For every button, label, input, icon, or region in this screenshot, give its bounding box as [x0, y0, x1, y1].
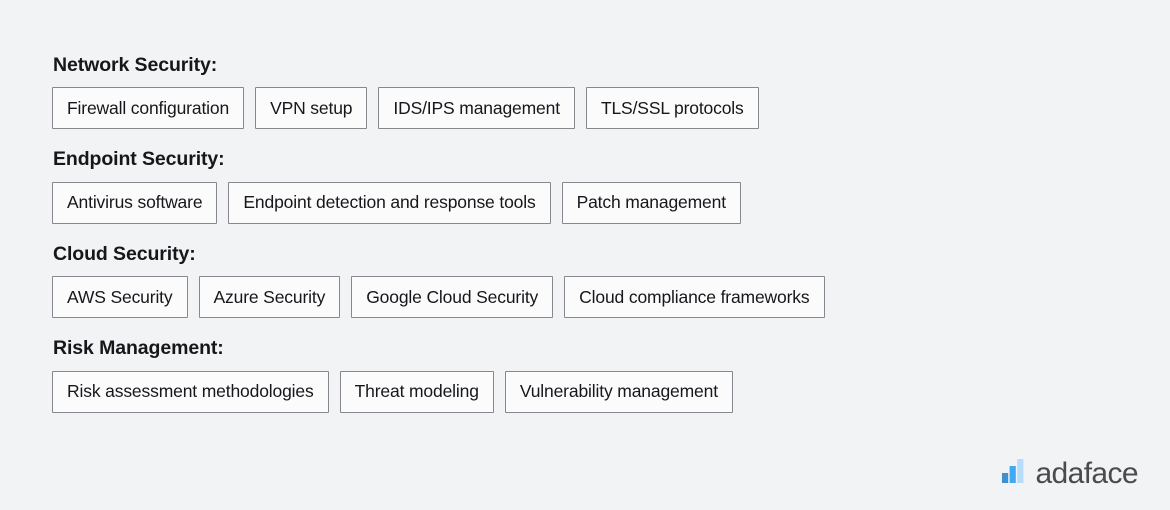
tag-row: AWS Security Azure Security Google Cloud…	[52, 276, 1170, 319]
tag-row: Risk assessment methodologies Threat mod…	[52, 370, 1170, 413]
skill-tag[interactable]: Cloud compliance frameworks	[564, 276, 825, 319]
skill-tag[interactable]: Google Cloud Security	[351, 276, 554, 319]
skill-tag[interactable]: AWS Security	[52, 276, 188, 319]
skill-tag[interactable]: Patch management	[561, 181, 741, 224]
skill-section: Endpoint Security: Antivirus software En…	[52, 148, 1170, 224]
skill-tag[interactable]: Threat modeling	[339, 370, 494, 413]
skill-tag[interactable]: Azure Security	[198, 276, 341, 319]
skills-tag-board: Network Security: Firewall configuration…	[0, 0, 1170, 510]
skill-section: Cloud Security: AWS Security Azure Secur…	[52, 242, 1170, 319]
skill-tag[interactable]: TLS/SSL protocols	[585, 87, 759, 130]
section-heading: Cloud Security:	[53, 242, 196, 265]
skill-tag[interactable]: Firewall configuration	[52, 87, 245, 130]
skill-tag[interactable]: Antivirus software	[52, 181, 218, 224]
skill-tag[interactable]: Endpoint detection and response tools	[228, 181, 551, 224]
adaface-logo: adaface	[1002, 456, 1139, 490]
skill-tag[interactable]: Risk assessment methodologies	[52, 370, 329, 413]
skill-section: Network Security: Firewall configuration…	[52, 54, 1170, 130]
bar-chart-logo-icon	[1002, 459, 1024, 483]
skill-section: Risk Management: Risk assessment methodo…	[52, 337, 1170, 413]
skill-tag[interactable]: IDS/IPS management	[378, 87, 575, 130]
section-heading: Network Security:	[53, 54, 218, 76]
skill-tag[interactable]: VPN setup	[255, 87, 368, 130]
skill-tag[interactable]: Vulnerability management	[504, 370, 733, 413]
tag-row: Antivirus software Endpoint detection an…	[52, 181, 1170, 224]
section-heading: Endpoint Security:	[53, 148, 225, 171]
tag-row: Firewall configuration VPN setup IDS/IPS…	[52, 87, 1170, 130]
section-heading: Risk Management:	[53, 337, 224, 360]
adaface-wordmark: adaface	[1035, 456, 1138, 490]
